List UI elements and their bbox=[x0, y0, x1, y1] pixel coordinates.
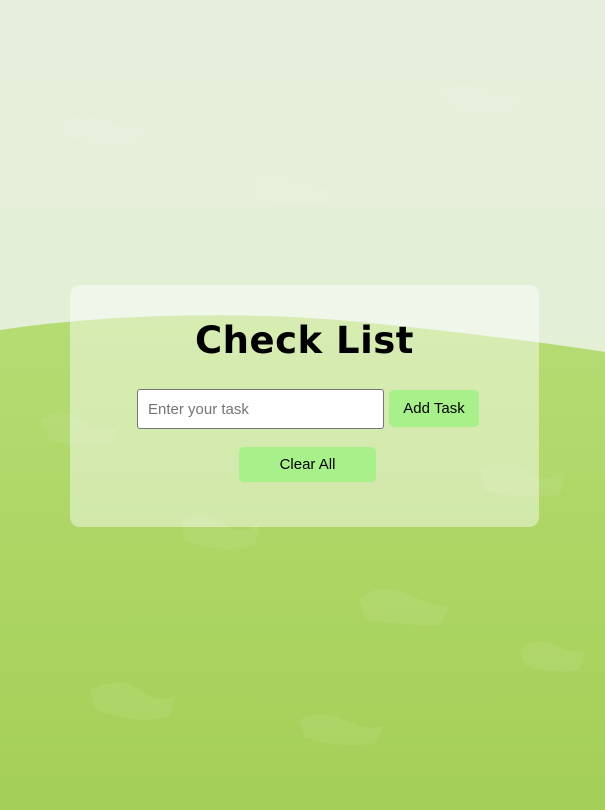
task-input[interactable] bbox=[137, 389, 384, 429]
add-task-button[interactable]: Add Task bbox=[389, 390, 479, 427]
clear-all-button[interactable]: Clear All bbox=[239, 447, 376, 482]
page-title: Check List bbox=[195, 319, 414, 362]
checklist-card: Check List Add Task Clear All bbox=[70, 285, 539, 527]
